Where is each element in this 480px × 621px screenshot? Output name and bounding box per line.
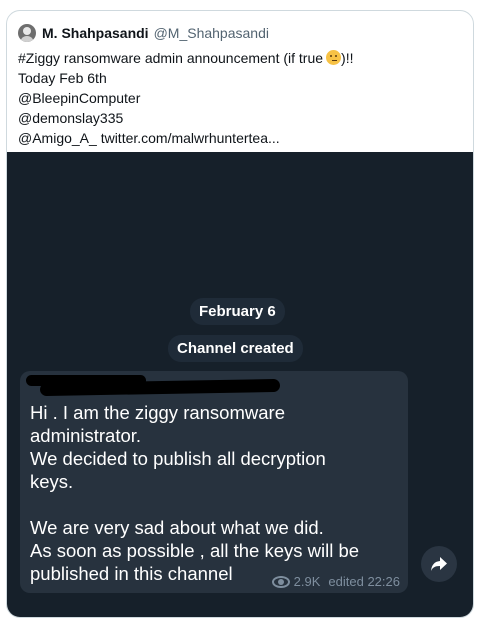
avatar[interactable] [18,24,36,42]
date-pill: February 6 [190,298,285,325]
message-text: Hi . I am the ziggy ransomware administr… [30,402,360,584]
tweet-header: M. Shahpasandi @M_Shahpasandi [18,22,269,44]
mention-link[interactable]: @Amigo_A_ twitter.com/malwrhuntertea... [18,128,458,148]
share-button[interactable] [421,546,457,582]
redaction-mark [39,378,281,397]
author-handle[interactable]: @M_Shahpasandi [154,25,269,41]
tweet-line: #Ziggy ransomware admin announcement (if… [18,50,354,66]
mention-link[interactable]: @demonslay335 [18,108,458,128]
tweet-card[interactable]: M. Shahpasandi @M_Shahpasandi #Ziggy ran… [6,10,474,618]
eye-icon [271,575,290,588]
author-name[interactable]: M. Shahpasandi [42,25,149,41]
forward-arrow-icon [431,557,447,571]
service-message-pill: Channel created [168,335,303,362]
mention-link[interactable]: @BleepinComputer [18,88,458,108]
message-bubble: Hi . I am the ziggy ransomware administr… [20,371,408,593]
view-count: 2.9K [293,574,321,589]
tweet-text: #Ziggy ransomware admin announcement (if… [18,48,458,148]
thinking-face-icon [326,50,342,65]
tweet-line: Today Feb 6th [18,70,107,86]
edited-time: edited 22:26 [328,574,400,589]
telegram-screenshot-image[interactable]: February 6 Channel created Hi . I am the… [7,152,473,617]
message-meta: 2.9K edited 22:26 [271,574,400,589]
